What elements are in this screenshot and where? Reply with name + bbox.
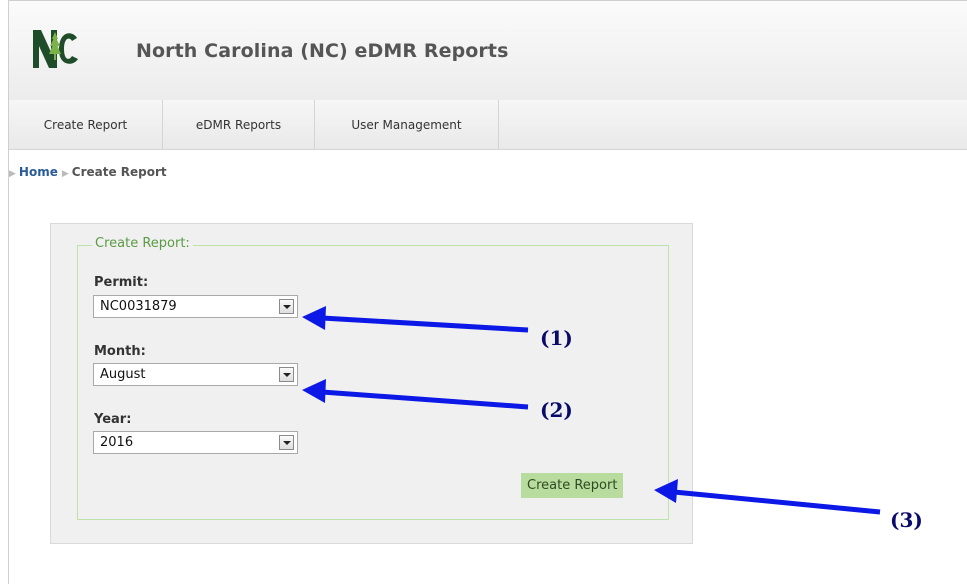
arrow-3-head-icon: [654, 479, 678, 503]
annotation-label-1: (1): [540, 326, 573, 350]
arrow-2-head-icon: [302, 379, 326, 403]
annotation-arrows: [302, 306, 881, 515]
annotation-label-2: (2): [540, 398, 573, 422]
arrow-3-shaft: [673, 489, 881, 515]
arrow-2-shaft: [321, 389, 529, 410]
annotation-label-3: (3): [890, 508, 923, 532]
arrow-1-head-icon: [302, 306, 326, 330]
arrow-1-shaft: [321, 315, 529, 333]
